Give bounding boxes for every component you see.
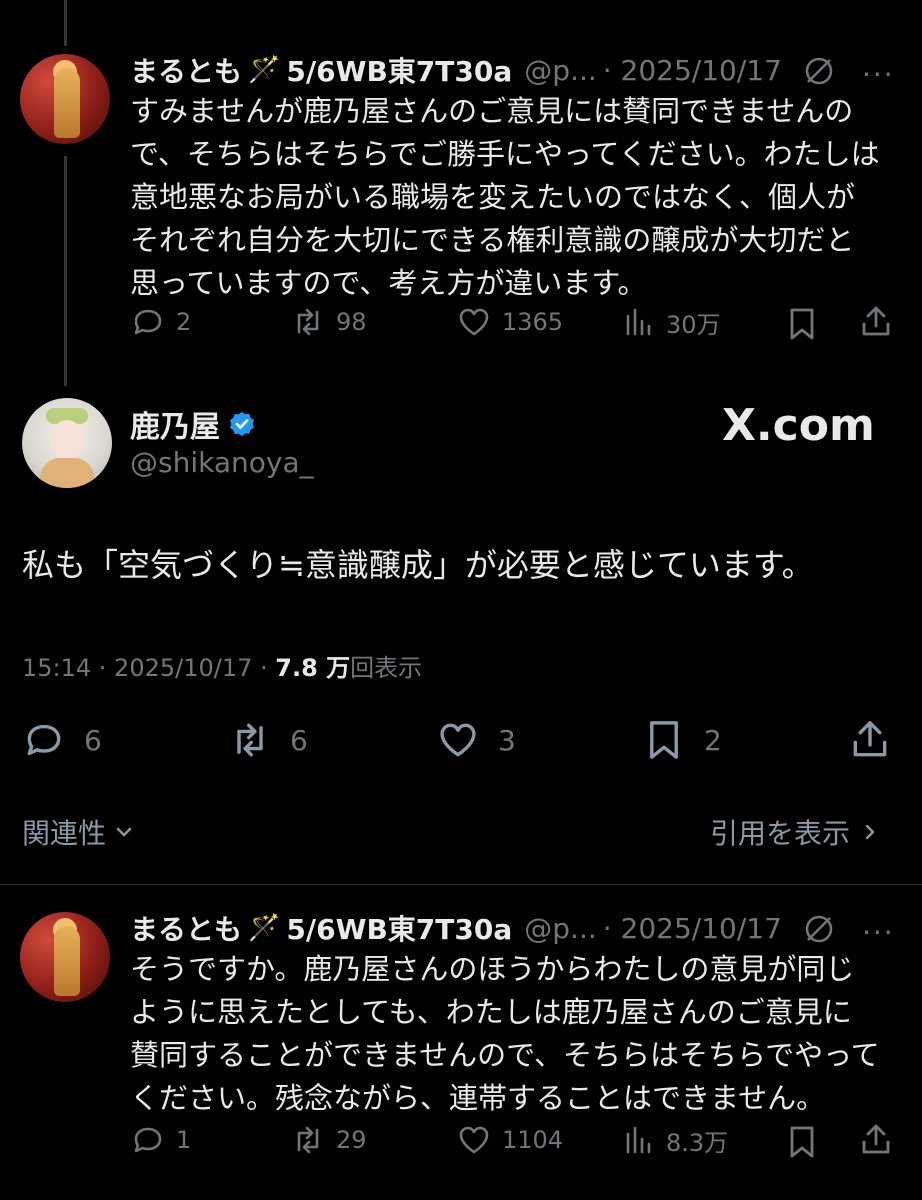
share-icon[interactable]: [858, 1122, 894, 1162]
views-icon: [626, 1126, 651, 1154]
chevron-right-icon: [865, 824, 875, 840]
thread-line: [64, 0, 67, 46]
like-count: 1104: [502, 1126, 564, 1154]
like-count: 3: [498, 723, 516, 757]
reply-button[interactable]: 1: [130, 1122, 191, 1158]
like-button[interactable]: 1365: [456, 304, 563, 340]
reply-button[interactable]: 6: [22, 718, 102, 762]
divider: [0, 884, 922, 885]
tweet-text: すみませんが鹿乃屋さんのご意見には賛同できませんので、そちらはそちらでご勝手にや…: [130, 94, 880, 300]
more-icon[interactable]: ···: [862, 916, 895, 949]
repost-icon: [297, 308, 319, 336]
tweet-date[interactable]: · 2025/10/17: [603, 912, 782, 945]
view-quotes-link[interactable]: 引用を表示: [710, 812, 880, 852]
repost-button[interactable]: 98: [290, 304, 367, 340]
more-icon[interactable]: ···: [862, 58, 895, 91]
tweet-timestamp: 15:14 · 2025/10/17 · 7.8 万回表示: [22, 648, 422, 683]
views-count: 8.3万: [666, 1128, 729, 1157]
repost-button[interactable]: 6: [228, 718, 308, 762]
views-label: 回表示: [350, 654, 423, 682]
views-icon: [626, 308, 651, 336]
repost-button[interactable]: 29: [290, 1122, 367, 1158]
sort-label: 関連性: [22, 817, 107, 850]
avatar[interactable]: [20, 912, 110, 1002]
view-quotes-label: 引用を表示: [710, 817, 851, 850]
sort-dropdown[interactable]: 関連性: [22, 812, 134, 852]
reply-icon: [27, 724, 61, 756]
bookmark-icon[interactable]: [784, 306, 820, 346]
views-count: 30万: [666, 310, 721, 339]
chevron-down-icon: [116, 827, 132, 837]
author-row: 鹿乃屋: [130, 402, 256, 446]
tweet-time[interactable]: 15:14 · 2025/10/17 ·: [22, 654, 268, 682]
views-count: 7.8 万: [275, 654, 351, 682]
tweet-text: 私も「空気づくり≒意識醸成」が必要と感じています。: [22, 546, 814, 584]
reply-icon: [134, 309, 162, 335]
author-handle[interactable]: @p...: [524, 912, 596, 945]
avatar[interactable]: [20, 54, 110, 144]
author-name[interactable]: 鹿乃屋: [130, 402, 220, 446]
heart-icon: [440, 723, 476, 757]
reply-count: 2: [176, 308, 192, 336]
avatar[interactable]: [22, 398, 112, 488]
author-name[interactable]: まるとも: [130, 908, 242, 948]
watermark: X.com: [722, 400, 875, 451]
like-count: 1365: [502, 308, 564, 336]
tweet-header: まるとも 🪄 5/6WB東7T30a @p... · 2025/10/17: [130, 908, 782, 948]
repost-icon: [297, 1126, 319, 1154]
tweet-header: まるとも 🪄 5/6WB東7T30a @p... · 2025/10/17: [130, 50, 782, 90]
repost-count: 98: [336, 308, 367, 336]
views-button[interactable]: 8.3万: [620, 1122, 728, 1158]
heart-icon: [459, 308, 489, 336]
bookmark-icon[interactable]: [784, 1124, 820, 1164]
magic-wand-icon: 🪄: [248, 913, 281, 943]
tweet-date[interactable]: · 2025/10/17: [603, 54, 782, 87]
bookmark-count: 2: [704, 723, 722, 757]
tweet-actions: 6 6 3 2: [22, 716, 902, 766]
bookmark-icon: [650, 721, 678, 759]
author-name-suffix[interactable]: 5/6WB東7T30a: [286, 908, 512, 948]
bookmark-button[interactable]: 2: [642, 718, 722, 762]
grok-icon[interactable]: [802, 54, 836, 88]
tweet-actions: 2 98 1365 30万: [130, 302, 900, 346]
share-icon[interactable]: [848, 718, 892, 766]
reply-count: 1: [176, 1126, 192, 1154]
grok-icon[interactable]: [802, 912, 836, 946]
thread-line: [64, 156, 67, 386]
reply-button[interactable]: 2: [130, 304, 191, 340]
reply-count: 6: [84, 723, 102, 757]
verified-badge-icon: [230, 411, 254, 437]
author-handle[interactable]: @p...: [524, 54, 596, 87]
repost-icon: [237, 723, 263, 757]
heart-icon: [459, 1126, 489, 1154]
share-icon[interactable]: [858, 304, 894, 344]
tweet-actions: 1 29 1104 8.3万: [130, 1120, 900, 1164]
magic-wand-icon: 🪄: [248, 55, 281, 85]
author-handle[interactable]: @shikanoya_: [130, 446, 314, 479]
repost-count: 29: [336, 1126, 367, 1154]
views-button[interactable]: 30万: [620, 304, 721, 340]
like-button[interactable]: 1104: [456, 1122, 563, 1158]
repost-count: 6: [290, 723, 308, 757]
author-name-suffix[interactable]: 5/6WB東7T30a: [286, 50, 512, 90]
author-name[interactable]: まるとも: [130, 50, 242, 90]
like-button[interactable]: 3: [436, 718, 516, 762]
tweet-text: そうですか。鹿乃屋さんのほうからわたしの意見が同じように思えたとしても、わたしは…: [130, 952, 880, 1115]
reply-icon: [134, 1127, 162, 1153]
